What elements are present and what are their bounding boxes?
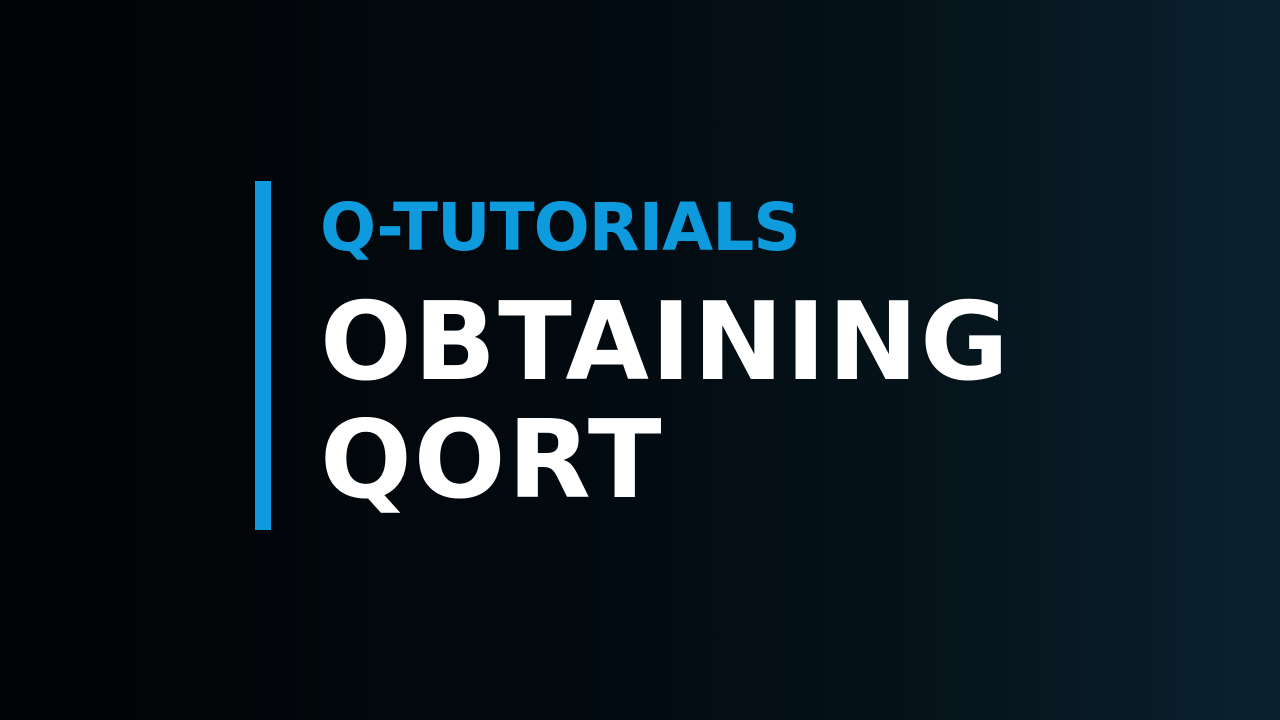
accent-bar — [255, 181, 271, 530]
title-line-1: OBTAINING — [320, 280, 1011, 405]
title-block: Q-TUTORIALS OBTAINING QORT — [320, 190, 1011, 520]
title-line-2: QORT — [320, 398, 664, 523]
series-label: Q-TUTORIALS — [320, 189, 801, 266]
